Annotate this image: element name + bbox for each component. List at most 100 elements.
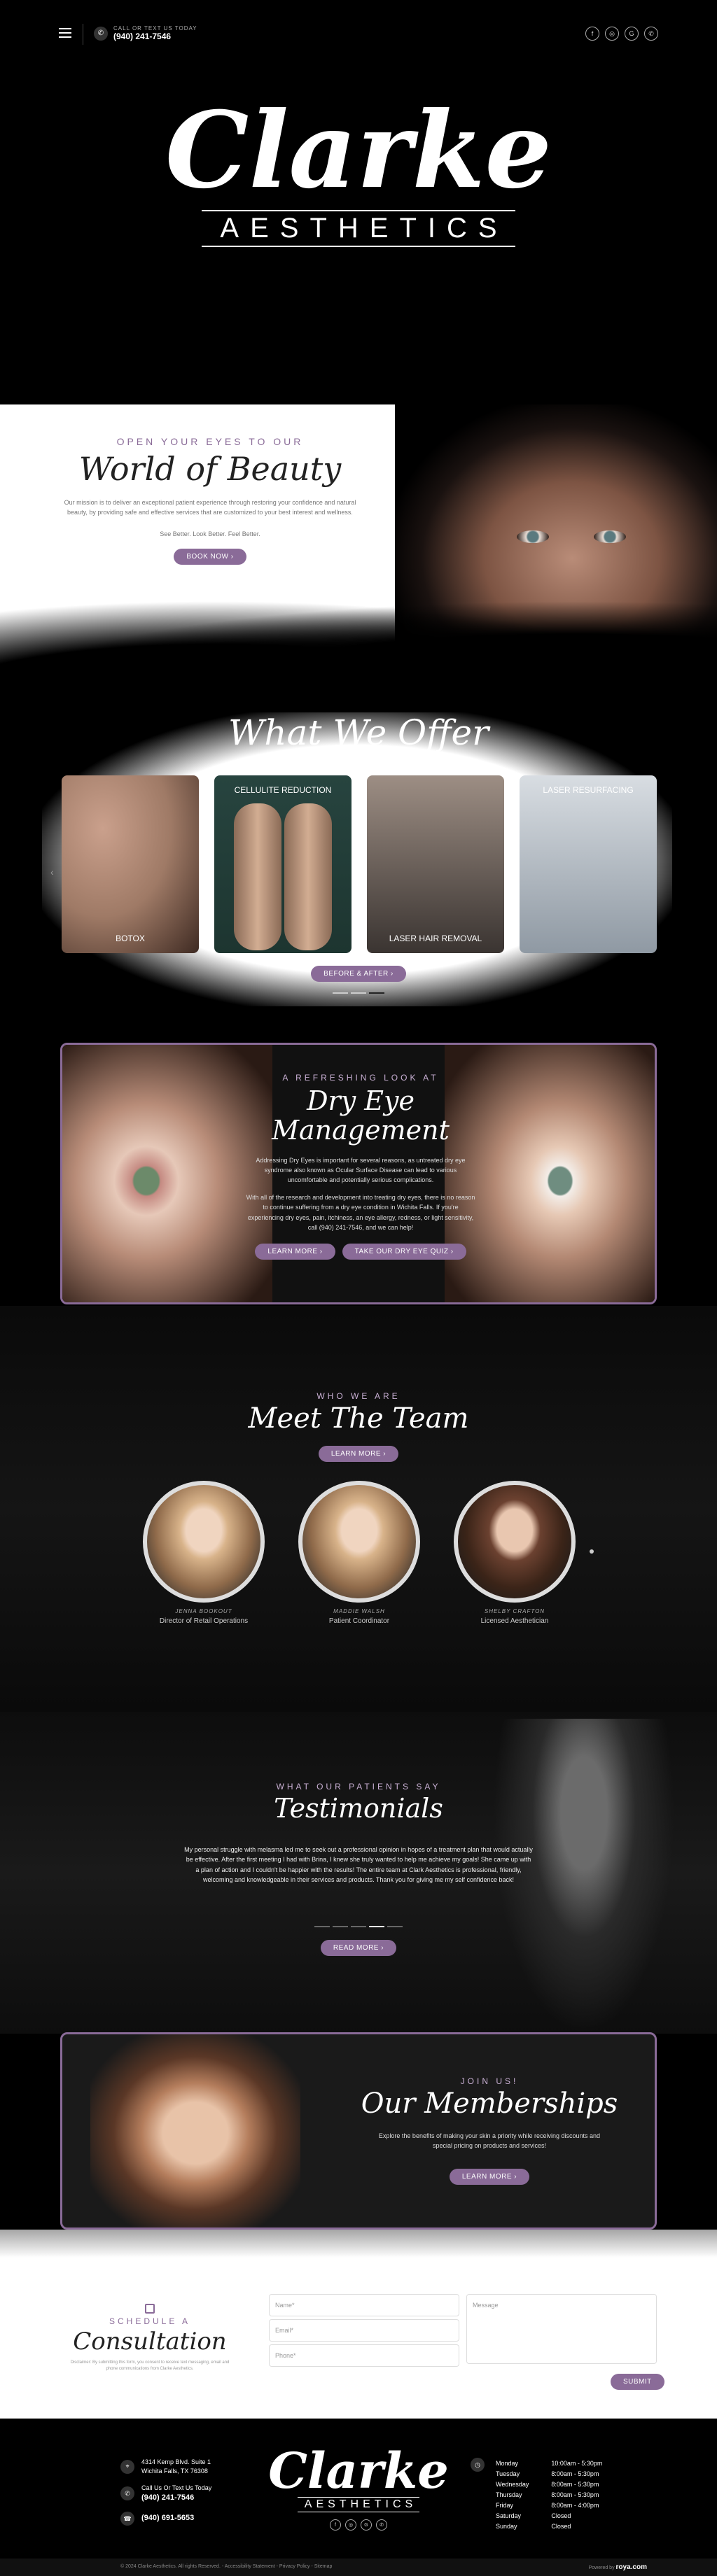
- phone-number[interactable]: (940) 241-7546: [113, 31, 197, 41]
- testimonials-section: WHAT OUR PATIENTS SAY Testimonials My pe…: [0, 1712, 717, 2034]
- dry-eye-content: A REFRESHING LOOK AT Dry Eye Management …: [244, 1073, 477, 1260]
- eye-image: [594, 530, 626, 543]
- team-member[interactable]: SHELBY CRAFTON Licensed Aesthetician: [454, 1481, 576, 1625]
- beauty-section: OPEN YOUR EYES TO OUR World of Beauty Ou…: [0, 404, 717, 684]
- service-card-label: LASER HAIR REMOVAL: [389, 934, 482, 943]
- consultation-title: Consultation: [73, 2328, 227, 2356]
- woman-portrait-image: [90, 2034, 300, 2227]
- hours-day: Thursday: [496, 2491, 522, 2499]
- social-links: f ◎ G ✆: [585, 27, 658, 41]
- hours-row: Friday 8:00am - 4:00pm: [496, 2501, 623, 2510]
- hours-time: Closed: [551, 2523, 571, 2531]
- email-field[interactable]: Email*: [269, 2319, 459, 2342]
- logo-script: Clarke: [165, 89, 552, 212]
- service-card-label: CELLULITE REDUCTION: [234, 785, 332, 795]
- dry-eye-title: Dry Eye Management: [272, 1085, 450, 1146]
- facebook-icon[interactable]: f: [585, 27, 599, 41]
- calendar-icon: [145, 2304, 155, 2314]
- dry-eye-paragraph: With all of the research and development…: [246, 1193, 475, 1231]
- hours-time: Closed: [551, 2512, 571, 2520]
- hamburger-menu-icon[interactable]: [59, 28, 71, 38]
- instagram-icon[interactable]: ◎: [345, 2519, 356, 2531]
- name-field[interactable]: Name*: [269, 2294, 459, 2316]
- team-pager-dot[interactable]: [590, 1549, 594, 1554]
- prev-arrow-icon[interactable]: ‹: [50, 866, 54, 878]
- dry-eye-quiz-button[interactable]: TAKE OUR DRY EYE QUIZ ›: [342, 1244, 466, 1260]
- carousel-dot[interactable]: [351, 1926, 366, 1927]
- ink-decoration: [0, 2230, 717, 2258]
- powered-by[interactable]: Powered by roya.com: [589, 2563, 647, 2571]
- hours-day: Wednesday: [496, 2481, 529, 2489]
- memberships-section: JOIN US! Our Memberships Explore the ben…: [60, 2032, 657, 2230]
- hours-row: Thursday 8:00am - 5:30pm: [496, 2491, 623, 2500]
- carousel-dot-active[interactable]: [369, 992, 384, 994]
- hours-day: Saturday: [496, 2512, 522, 2520]
- dry-eye-buttons: LEARN MORE › TAKE OUR DRY EYE QUIZ ›: [244, 1244, 477, 1260]
- service-card-botox[interactable]: BOTOX: [62, 775, 199, 953]
- google-icon[interactable]: G: [361, 2519, 372, 2531]
- leg-image: [284, 803, 332, 950]
- hours-day: Sunday: [496, 2523, 517, 2531]
- message-field[interactable]: Message: [466, 2294, 657, 2364]
- footer: ⌖ 4314 Kemp Blvd. Suite 1 Wichita Falls,…: [0, 2419, 717, 2559]
- carousel-dot[interactable]: [351, 992, 366, 994]
- avatar: [298, 1481, 420, 1603]
- bottom-bar: © 2024 Clarke Aesthetics. All rights Res…: [0, 2559, 717, 2576]
- instagram-icon[interactable]: ◎: [605, 27, 619, 41]
- team-eyebrow: WHO WE ARE: [316, 1391, 401, 1401]
- hours-time: 10:00am - 5:30pm: [551, 2460, 603, 2467]
- memberships-learn-more-button[interactable]: LEARN MORE ›: [449, 2169, 530, 2185]
- member-role: Licensed Aesthetician: [480, 1617, 549, 1625]
- beauty-eyebrow: OPEN YOUR EYES TO OUR: [116, 436, 304, 447]
- service-card-label: BOTOX: [116, 934, 145, 943]
- service-card-laser-resurfacing[interactable]: LASER RESURFACING: [520, 775, 657, 953]
- carousel-dot[interactable]: [387, 1926, 403, 1927]
- footer-logo-subtitle: AESTHETICS: [297, 2497, 420, 2512]
- logo-subtitle: AESTHETICS: [202, 210, 515, 247]
- learn-more-button[interactable]: LEARN MORE ›: [255, 1244, 335, 1260]
- book-now-button[interactable]: BOOK NOW ›: [174, 549, 246, 565]
- testimonial-quote: My personal struggle with melasma led me…: [184, 1846, 533, 1884]
- before-after-button[interactable]: BEFORE & AFTER ›: [311, 966, 406, 982]
- submit-button[interactable]: SUBMIT: [611, 2374, 664, 2390]
- service-card-laser-hair[interactable]: LASER HAIR REMOVAL: [367, 775, 504, 953]
- carousel-dot[interactable]: [314, 1926, 330, 1927]
- phone-field[interactable]: Phone*: [269, 2344, 459, 2367]
- offer-section: What We Offer ‹ BOTOX CELLULITE REDUCTIO…: [0, 684, 717, 1048]
- hero-logo[interactable]: Clarke AESTHETICS: [0, 98, 717, 247]
- offer-button-wrap: BEFORE & AFTER ›: [0, 966, 717, 982]
- member-name: JENNA BOOKOUT: [175, 1608, 232, 1614]
- facebook-icon[interactable]: f: [330, 2519, 341, 2531]
- carousel-dot[interactable]: [333, 992, 348, 994]
- avatar: [143, 1481, 265, 1603]
- service-card-label: LASER RESURFACING: [543, 785, 634, 795]
- phone-social-icon[interactable]: ✆: [644, 27, 658, 41]
- team-member[interactable]: JENNA BOOKOUT Director of Retail Operati…: [143, 1481, 265, 1625]
- ink-decoration: [0, 600, 717, 684]
- consultation-disclaimer: Disclaimer: By submitting this form, you…: [70, 2360, 230, 2371]
- team-member[interactable]: MADDIE WALSH Patient Coordinator: [298, 1481, 420, 1625]
- carousel-dot[interactable]: [333, 1926, 348, 1927]
- beauty-tagline: See Better. Look Better. Feel Better.: [160, 530, 260, 537]
- phone-social-icon[interactable]: ✆: [376, 2519, 387, 2531]
- memberships-title: Our Memberships: [361, 2088, 618, 2120]
- hours-day: Monday: [496, 2460, 519, 2467]
- google-icon[interactable]: G: [625, 27, 639, 41]
- read-more-button[interactable]: READ MORE ›: [320, 1940, 397, 1956]
- hours-time: 8:00am - 5:30pm: [551, 2481, 599, 2489]
- testimonials-title: Testimonials: [274, 1793, 443, 1824]
- team-learn-more-button[interactable]: LEARN MORE ›: [318, 1446, 399, 1462]
- hours-time: 8:00am - 5:30pm: [551, 2491, 599, 2499]
- clock-icon: ◷: [471, 2458, 485, 2472]
- copyright-links[interactable]: © 2024 Clarke Aesthetics. All rights Res…: [120, 2564, 332, 2569]
- testimonials-button-wrap: READ MORE ›: [0, 1940, 717, 1956]
- dry-eye-section: A REFRESHING LOOK AT Dry Eye Management …: [60, 1043, 657, 1304]
- call-label: CALL OR TEXT US TODAY: [113, 25, 197, 31]
- member-name: MADDIE WALSH: [333, 1608, 385, 1614]
- carousel-dot-active[interactable]: [369, 1926, 384, 1927]
- team-button-wrap: LEARN MORE ›: [0, 1446, 717, 1462]
- hours-row: Wednesday 8:00am - 5:30pm: [496, 2480, 623, 2489]
- header-phone[interactable]: ✆ CALL OR TEXT US TODAY (940) 241-7546: [94, 25, 197, 41]
- team-title: Meet The Team: [248, 1402, 469, 1435]
- service-card-cellulite[interactable]: CELLULITE REDUCTION: [214, 775, 351, 953]
